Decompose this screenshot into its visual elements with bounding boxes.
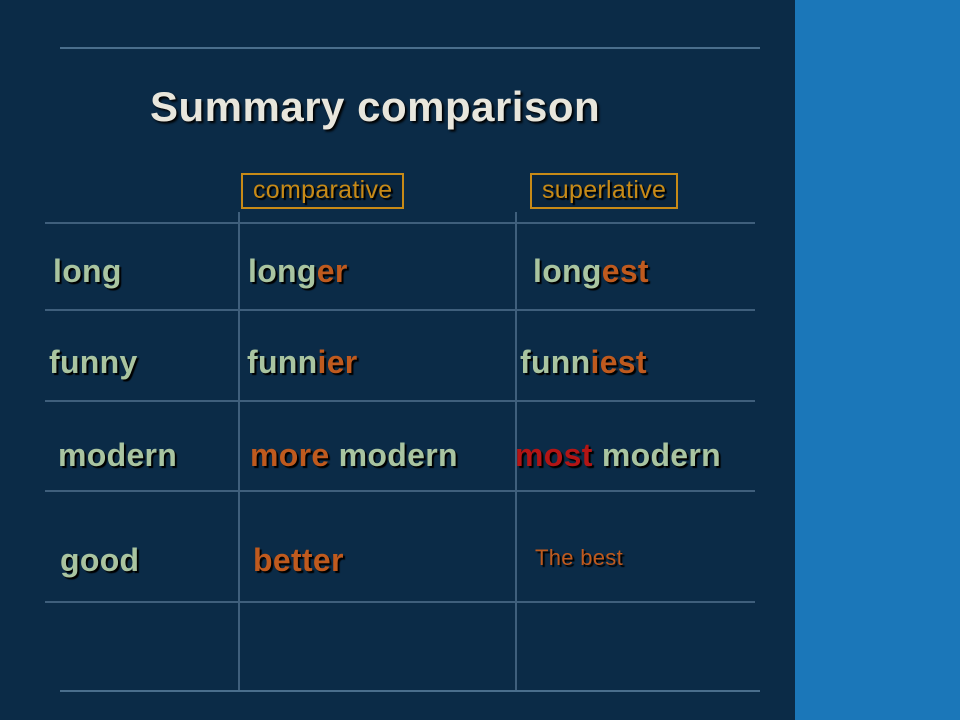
bottom-divider bbox=[60, 690, 760, 692]
slide-panel: Summary comparison comparative superlati… bbox=[0, 0, 795, 720]
word-text: modern bbox=[339, 437, 458, 473]
stem-text: funn bbox=[520, 344, 591, 380]
prefix-more: more bbox=[250, 437, 329, 473]
stem-text: long bbox=[248, 253, 317, 289]
cell-superlative: most modern bbox=[515, 437, 721, 474]
row-divider bbox=[45, 601, 755, 603]
prefix-most: most bbox=[515, 437, 593, 473]
cell-comparative: funnier bbox=[247, 344, 358, 381]
irregular-comparative: better bbox=[253, 542, 344, 578]
cell-adjective: good bbox=[60, 542, 139, 579]
header-superlative: superlative bbox=[530, 173, 678, 209]
stem-text: funn bbox=[247, 344, 318, 380]
column-divider-left bbox=[238, 212, 240, 692]
column-divider-right bbox=[515, 212, 517, 692]
suffix-text: ier bbox=[318, 344, 358, 380]
stem-text: long bbox=[533, 253, 602, 289]
cell-comparative: better bbox=[253, 542, 344, 579]
cell-superlative: funniest bbox=[520, 344, 647, 381]
cell-comparative: longer bbox=[248, 253, 348, 290]
cell-superlative: The best bbox=[535, 545, 623, 571]
table-row: good better The best bbox=[0, 542, 795, 582]
header-comparative: comparative bbox=[241, 173, 404, 209]
top-divider bbox=[60, 47, 760, 49]
row-divider bbox=[45, 400, 755, 402]
irregular-superlative: The best bbox=[535, 545, 623, 570]
suffix-text: iest bbox=[591, 344, 647, 380]
table-row: long longer longest bbox=[0, 253, 795, 293]
cell-adjective: funny bbox=[49, 344, 138, 381]
word-text: modern bbox=[602, 437, 721, 473]
cell-adjective: modern bbox=[58, 437, 177, 474]
cell-comparative: more modern bbox=[250, 437, 458, 474]
cell-adjective: long bbox=[53, 253, 122, 290]
slide-title: Summary comparison bbox=[150, 83, 600, 131]
row-divider bbox=[45, 309, 755, 311]
suffix-text: er bbox=[317, 253, 348, 289]
table-row: modern more modern most modern bbox=[0, 437, 795, 477]
cell-superlative: longest bbox=[533, 253, 649, 290]
row-divider bbox=[45, 490, 755, 492]
table-row: funny funnier funniest bbox=[0, 344, 795, 384]
row-divider bbox=[45, 222, 755, 224]
suffix-text: est bbox=[602, 253, 649, 289]
